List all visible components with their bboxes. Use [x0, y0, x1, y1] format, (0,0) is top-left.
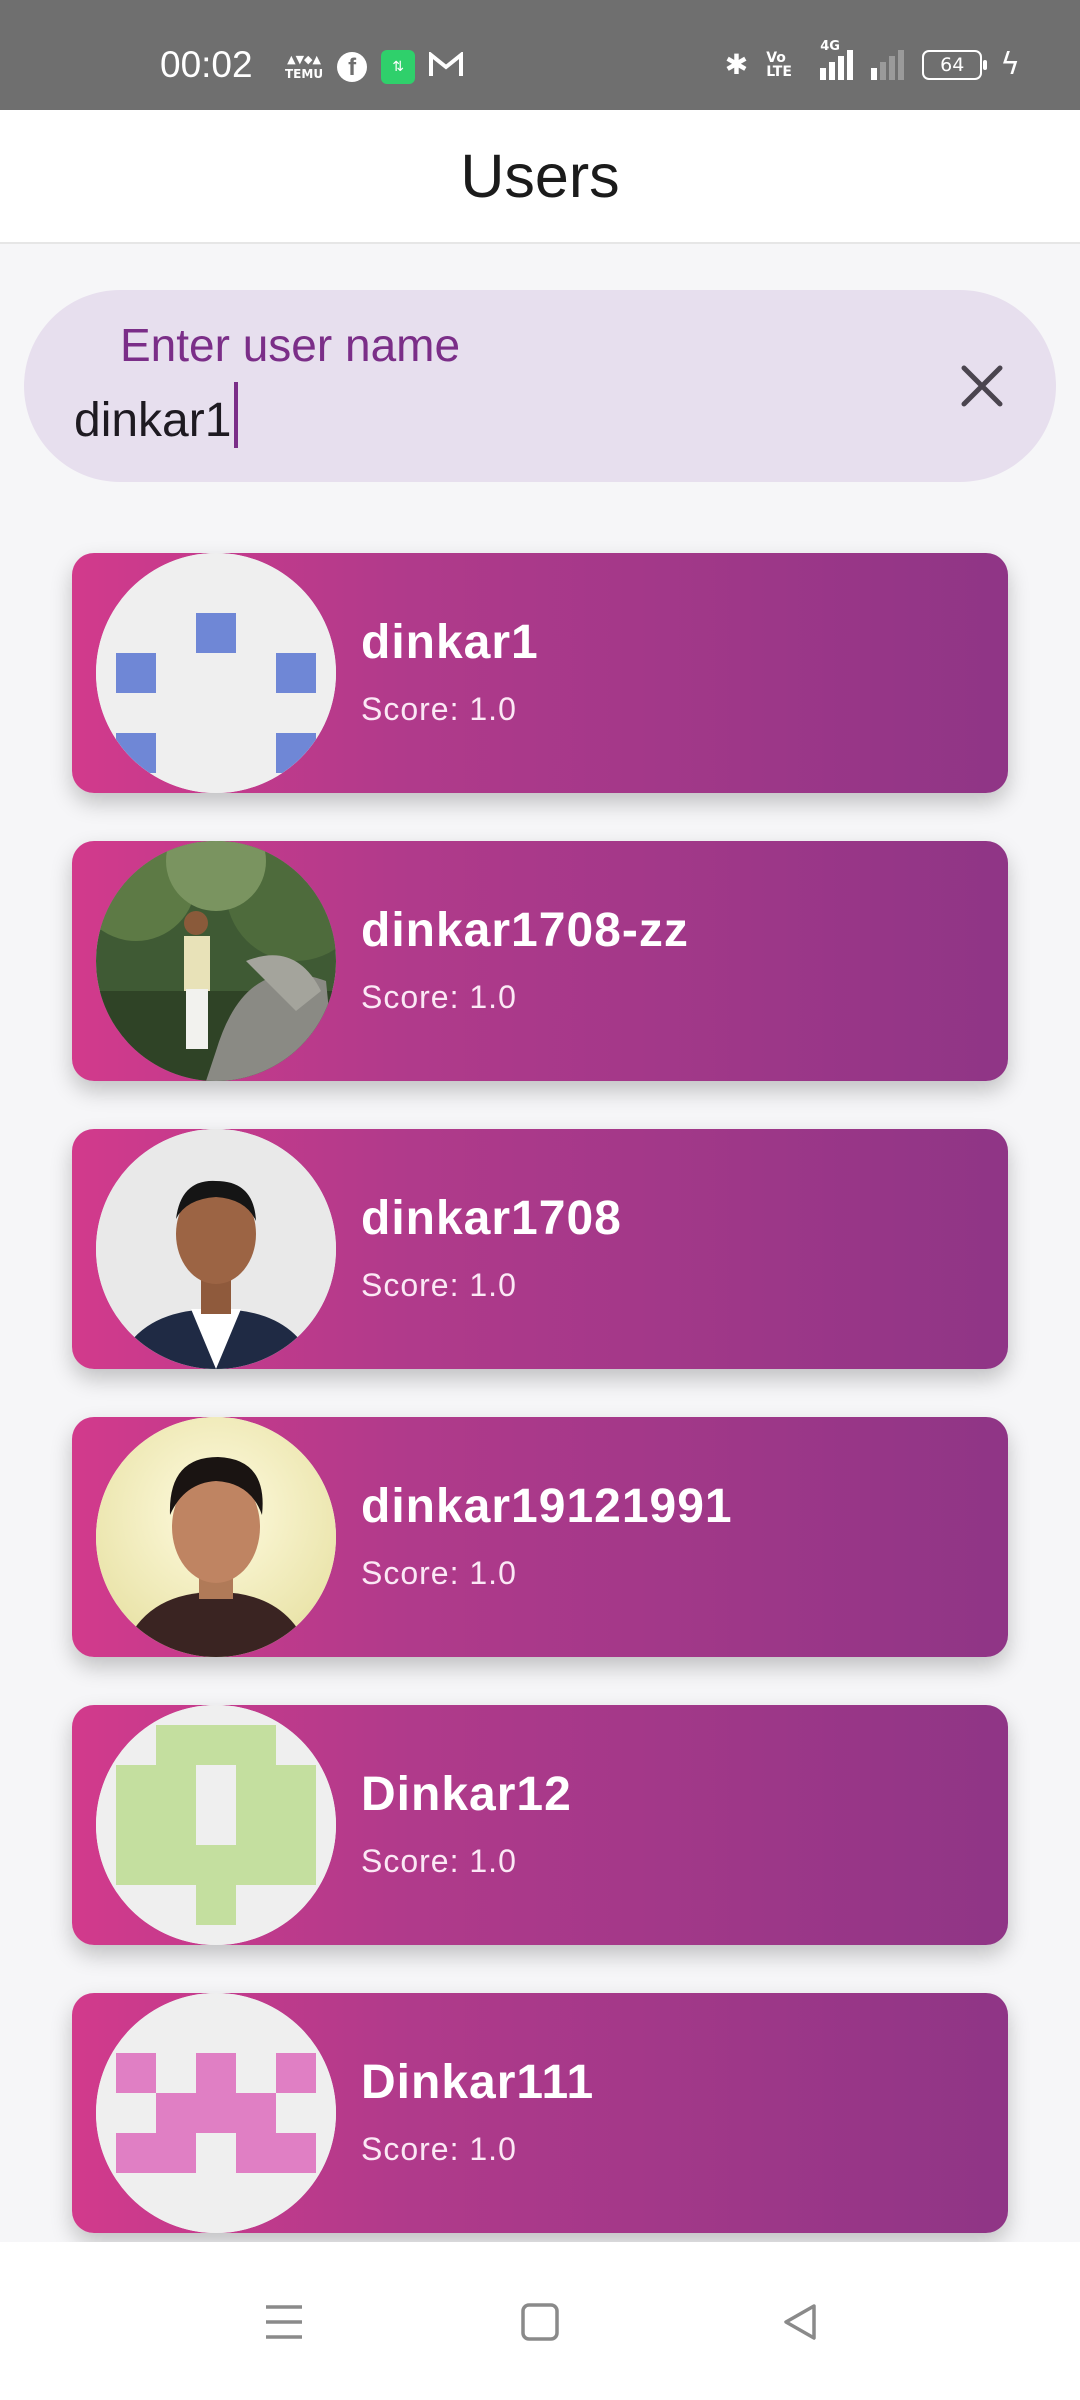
signal-4g-icon: 4G — [820, 40, 854, 80]
avatar — [96, 1129, 336, 1369]
home-square-icon[interactable] — [510, 2292, 570, 2352]
status-bar: 00:02 ▲▼◆▲ TEMU f ⇅ ✱ Vo LTE 4G 64 ϟ — [0, 0, 1080, 110]
user-score: Score: 1.0 — [361, 691, 517, 727]
notification-icons: ▲▼◆▲ TEMU f ⇅ — [285, 50, 464, 84]
system-nav-bar — [0, 2242, 1080, 2400]
search-label: Enter user name — [120, 319, 461, 371]
clear-icon[interactable] — [956, 360, 1008, 412]
search-field[interactable]: Enter user name dinkar1 — [24, 290, 1056, 482]
charging-icon: ϟ — [1000, 47, 1020, 82]
avatar — [96, 1417, 336, 1657]
user-list: dinkar1 Score: 1.0 dinkar1708-zz Score: … — [72, 553, 1008, 2281]
user-name: Dinkar111 — [361, 2056, 595, 2109]
user-score: Score: 1.0 — [361, 979, 517, 1015]
user-card[interactable]: Dinkar12 Score: 1.0 — [72, 1705, 1008, 1945]
back-triangle-icon[interactable] — [770, 2292, 830, 2352]
text-caret — [234, 382, 239, 448]
battery-icon: 64 — [922, 50, 988, 80]
user-score: Score: 1.0 — [361, 1843, 517, 1879]
user-name: Dinkar12 — [361, 1768, 572, 1821]
avatar — [96, 1705, 336, 1945]
user-card[interactable]: dinkar19121991 Score: 1.0 — [72, 1417, 1008, 1657]
avatar — [96, 1993, 336, 2233]
user-name: dinkar1708-zz — [361, 904, 689, 957]
user-card[interactable]: dinkar1 Score: 1.0 — [72, 553, 1008, 793]
search-input[interactable]: dinkar1 — [74, 382, 239, 448]
bluetooth-icon: ✱ — [724, 48, 749, 81]
menu-icon[interactable] — [254, 2292, 314, 2352]
signal-weak-icon — [871, 50, 905, 80]
system-icons: ✱ Vo LTE 4G 64 ϟ — [724, 40, 1020, 82]
volte-icon: Vo LTE — [766, 50, 792, 80]
user-card[interactable]: dinkar1708-zz Score: 1.0 — [72, 841, 1008, 1081]
user-card[interactable]: dinkar1708 Score: 1.0 — [72, 1129, 1008, 1369]
temu-icon: ▲▼◆▲ TEMU — [285, 53, 324, 81]
search-input-text: dinkar1 — [74, 394, 232, 447]
user-score: Score: 1.0 — [361, 1267, 517, 1303]
user-card[interactable]: Dinkar111 Score: 1.0 — [72, 1993, 1008, 2233]
status-time: 00:02 — [160, 44, 253, 85]
user-score: Score: 1.0 — [361, 2131, 517, 2167]
app-bar: Users — [0, 110, 1080, 244]
user-name: dinkar19121991 — [361, 1480, 733, 1533]
avatar — [96, 553, 336, 793]
user-name: dinkar1708 — [361, 1192, 622, 1245]
gmail-icon — [429, 50, 464, 82]
app-icon: ⇅ — [381, 50, 416, 84]
user-score: Score: 1.0 — [361, 1555, 517, 1591]
avatar — [96, 841, 336, 1081]
page-title: Users — [460, 142, 620, 210]
user-name: dinkar1 — [361, 616, 539, 669]
facebook-icon: f — [337, 52, 368, 82]
